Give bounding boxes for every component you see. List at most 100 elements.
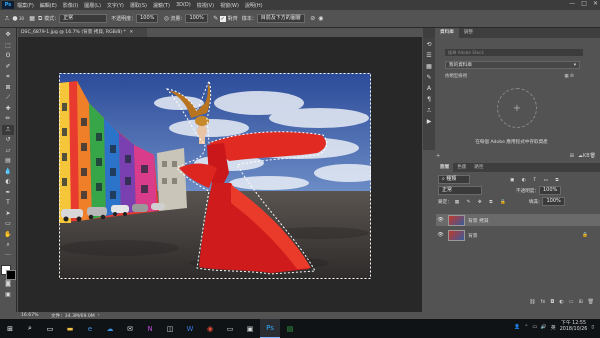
mode-select[interactable]: 正常 bbox=[59, 14, 108, 23]
hand-tool-icon[interactable]: ✋ bbox=[2, 230, 14, 241]
add-mask-icon[interactable]: ◘ bbox=[550, 299, 554, 305]
menu-file[interactable]: 檔案(F) bbox=[17, 2, 34, 9]
document-canvas[interactable] bbox=[59, 73, 371, 279]
grid-view-icon[interactable]: ▦ bbox=[564, 74, 568, 79]
clone-source-panel-icon[interactable]: ⎍ bbox=[425, 107, 433, 115]
clock[interactable]: 下午 12:55 2018/10/26 bbox=[560, 321, 588, 333]
onenote-icon[interactable]: N bbox=[140, 319, 160, 338]
fill-input[interactable]: 100% bbox=[542, 197, 565, 206]
file-explorer-icon[interactable]: ▬ bbox=[60, 319, 80, 338]
volume-icon[interactable]: 🔊 bbox=[541, 325, 547, 330]
more-tools-icon[interactable]: ··· bbox=[2, 251, 14, 262]
blur-tool-icon[interactable]: 💧 bbox=[2, 167, 14, 178]
lock-icons[interactable]: ▦ ✎ ✥ ⧉ 🔒 bbox=[455, 199, 509, 205]
path-selection-tool-icon[interactable]: ➤ bbox=[2, 209, 14, 220]
tab-channels[interactable]: 色版 bbox=[453, 163, 470, 172]
layer-filter-select[interactable]: ⌕ 種類 bbox=[438, 175, 470, 184]
tab-layers[interactable]: 圖層 bbox=[436, 163, 454, 172]
zoom-level[interactable]: 16.67% bbox=[18, 313, 51, 318]
word-icon[interactable]: W bbox=[180, 319, 200, 338]
ignore-adjustment-icon[interactable]: ⊘ bbox=[309, 15, 317, 23]
close-button[interactable]: ✕ bbox=[593, 0, 598, 7]
clone-stamp-icon[interactable]: ⎍ bbox=[3, 15, 11, 23]
delete-layer-icon[interactable]: 🗑 bbox=[588, 299, 594, 305]
network-icon[interactable]: ▭ bbox=[532, 325, 537, 330]
rectangle-tool-icon[interactable]: ▭ bbox=[2, 219, 14, 230]
dodge-tool-icon[interactable]: ◐ bbox=[2, 177, 14, 188]
clone-stamp-tool-icon[interactable]: ⎍ bbox=[2, 124, 14, 135]
onedrive-icon[interactable]: ☁ bbox=[100, 319, 120, 338]
layer-row[interactable]: 👁 背景 🔒 bbox=[436, 229, 600, 241]
properties-panel-icon[interactable]: ☰ bbox=[425, 52, 433, 60]
menu-3d[interactable]: 3D(D) bbox=[176, 2, 191, 8]
maximize-button[interactable]: □ bbox=[581, 0, 587, 7]
pen-tool-icon[interactable]: ✒ bbox=[2, 188, 14, 199]
link-layers-icon[interactable]: ⛓ bbox=[529, 299, 535, 305]
app-icon[interactable]: ▣ bbox=[240, 319, 260, 338]
quick-select-tool-icon[interactable]: ✐ bbox=[2, 62, 14, 73]
history-brush-tool-icon[interactable]: ↺ bbox=[2, 135, 14, 146]
opacity-input[interactable]: 100% bbox=[136, 14, 159, 23]
notifications-icon[interactable]: ▯ bbox=[591, 325, 594, 330]
brush-tool-icon[interactable]: ✏ bbox=[2, 114, 14, 125]
eye-icon[interactable]: 👁 bbox=[436, 232, 445, 238]
status-menu-icon[interactable]: › bbox=[98, 313, 100, 318]
pressure-opacity-icon[interactable]: ◎ bbox=[162, 15, 170, 23]
frame-tool-icon[interactable]: ⊠ bbox=[2, 83, 14, 94]
stock-icon[interactable]: ⊞ bbox=[570, 153, 574, 159]
actions-panel-icon[interactable]: ▶ bbox=[425, 118, 433, 126]
sample-select[interactable]: 目前及下方的圖層 bbox=[256, 14, 305, 23]
menu-layer[interactable]: 圖層(L) bbox=[84, 2, 101, 9]
history-panel-icon[interactable]: ⟲ bbox=[425, 41, 433, 49]
move-tool-icon[interactable]: ✥ bbox=[2, 30, 14, 41]
menu-help[interactable]: 說明(H) bbox=[245, 2, 263, 9]
blend-mode-select[interactable]: 正常 bbox=[438, 186, 482, 195]
collapse-icon[interactable] bbox=[423, 28, 435, 38]
document-tab[interactable]: DSC_6879-1.jpg @ 16.7% (背景 拷貝, RGB/8) * … bbox=[18, 28, 147, 37]
close-tab-icon[interactable]: ✕ bbox=[129, 30, 133, 35]
layer-row[interactable]: 👁 背景 拷貝 bbox=[436, 214, 600, 226]
type-tool-icon[interactable]: T bbox=[2, 198, 14, 209]
crop-tool-icon[interactable]: ⌗ bbox=[2, 72, 14, 83]
library-search-input[interactable]: 搜尋 Adobe Stock bbox=[445, 49, 583, 56]
menu-type[interactable]: 文字(Y) bbox=[107, 2, 124, 9]
menu-edit[interactable]: 編輯(E) bbox=[40, 2, 57, 9]
view-by-row[interactable]: 依類型檢視 ▦ ☰ bbox=[445, 73, 574, 79]
menu-view[interactable]: 檢視(V) bbox=[197, 2, 214, 9]
windows-start-icon[interactable]: ⊞ bbox=[0, 319, 20, 338]
zoom-tool-icon[interactable]: ⌕ bbox=[2, 240, 14, 251]
menu-filter[interactable]: 濾鏡(T) bbox=[153, 2, 170, 9]
swatches-panel-icon[interactable]: ▦ bbox=[425, 63, 433, 71]
airbrush-icon[interactable]: ✎ bbox=[212, 15, 220, 23]
new-layer-icon[interactable]: ⊞ bbox=[578, 299, 582, 305]
adjustment-layer-icon[interactable]: ◐ bbox=[559, 299, 563, 305]
photoshop-taskbar-icon[interactable]: Ps bbox=[260, 319, 280, 338]
people-icon[interactable]: 👤 bbox=[514, 325, 520, 330]
store-icon[interactable]: ◫ bbox=[160, 319, 180, 338]
paragraph-panel-icon[interactable]: ¶ bbox=[425, 96, 433, 104]
search-icon[interactable]: ⌕ bbox=[20, 319, 40, 338]
chrome-icon[interactable]: ◉ bbox=[200, 319, 220, 338]
add-asset-button[interactable]: + bbox=[497, 88, 537, 128]
brush-preset-picker[interactable]: ● 30 bbox=[11, 15, 24, 23]
delete-asset-icon[interactable]: 🗑 bbox=[590, 153, 596, 159]
tray-chevron-icon[interactable]: ⌃ bbox=[524, 325, 528, 330]
marquee-tool-icon[interactable]: ⬚ bbox=[2, 41, 14, 52]
image-viewer-icon[interactable]: ▤ bbox=[280, 319, 300, 338]
color-swatches[interactable] bbox=[1, 265, 16, 280]
input-language[interactable]: 英 bbox=[551, 324, 556, 331]
quick-mask-icon[interactable]: ◙ bbox=[2, 279, 14, 290]
eye-icon[interactable]: 👁 bbox=[436, 217, 445, 223]
brushes-panel-icon[interactable]: ✎ bbox=[425, 74, 433, 82]
healing-brush-tool-icon[interactable]: ✚ bbox=[2, 104, 14, 115]
tab-libraries[interactable]: 資料庫 bbox=[435, 28, 459, 38]
edge-icon[interactable]: e bbox=[80, 319, 100, 338]
pressure-size-icon[interactable]: ◉ bbox=[317, 15, 325, 23]
layer-name[interactable]: 背景 bbox=[468, 232, 478, 239]
display-icon[interactable]: ▭ bbox=[220, 319, 240, 338]
file-info[interactable]: 文件：34.3M/69.0M bbox=[51, 313, 95, 319]
mail-icon[interactable]: ✉ bbox=[120, 319, 140, 338]
align-checkbox[interactable]: ✓ bbox=[219, 15, 226, 22]
new-group-icon[interactable]: ▭ bbox=[569, 299, 574, 305]
flow-input[interactable]: 100% bbox=[185, 14, 208, 23]
